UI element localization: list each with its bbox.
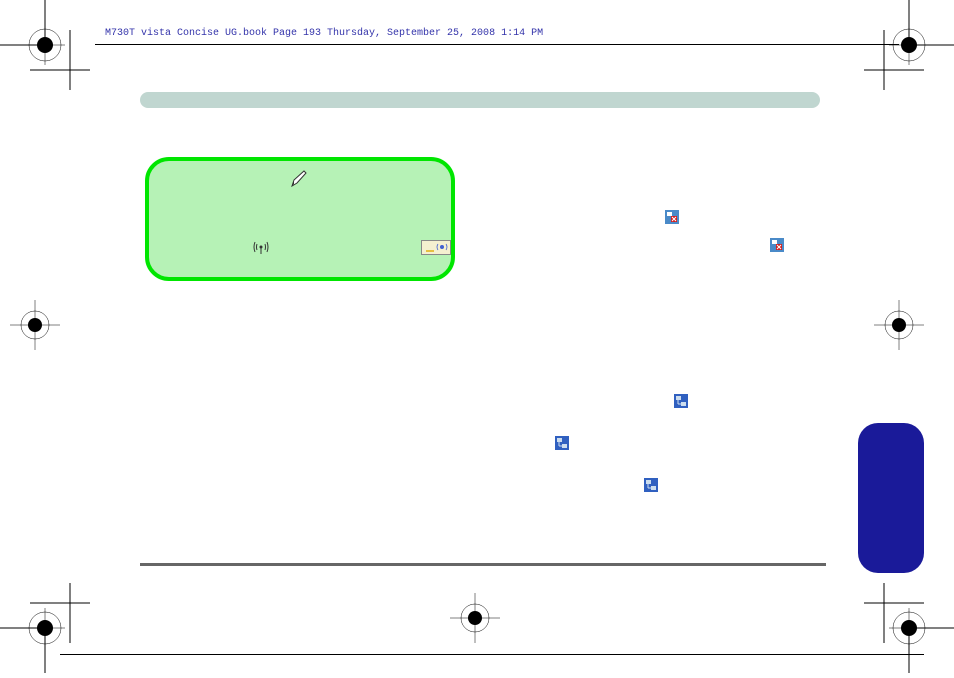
network-disconnected-icon	[665, 210, 679, 224]
crop-mark-bl	[0, 583, 90, 673]
crop-mark-br	[864, 583, 954, 673]
crop-mark-bc	[440, 583, 530, 673]
book-page-header: M730T vista Concise UG.book Page 193 Thu…	[105, 28, 543, 39]
network-connected-icon	[674, 394, 688, 408]
section-header-bar	[140, 92, 820, 108]
network-connected-icon	[555, 436, 569, 450]
network-connected-icon	[644, 478, 658, 492]
antenna-icon	[253, 240, 269, 259]
footer-rule	[140, 563, 826, 566]
crop-mark-ml	[0, 290, 90, 380]
wlan-switch-icon	[421, 240, 451, 255]
crop-mark-mr	[864, 290, 954, 380]
network-disconnected-icon	[770, 238, 784, 252]
header-rule	[95, 44, 899, 45]
side-tab	[858, 423, 924, 573]
crop-mark-tl	[0, 0, 90, 90]
page-footer-rule	[60, 654, 924, 655]
crop-mark-tr	[864, 0, 954, 90]
pen-icon	[290, 170, 308, 193]
